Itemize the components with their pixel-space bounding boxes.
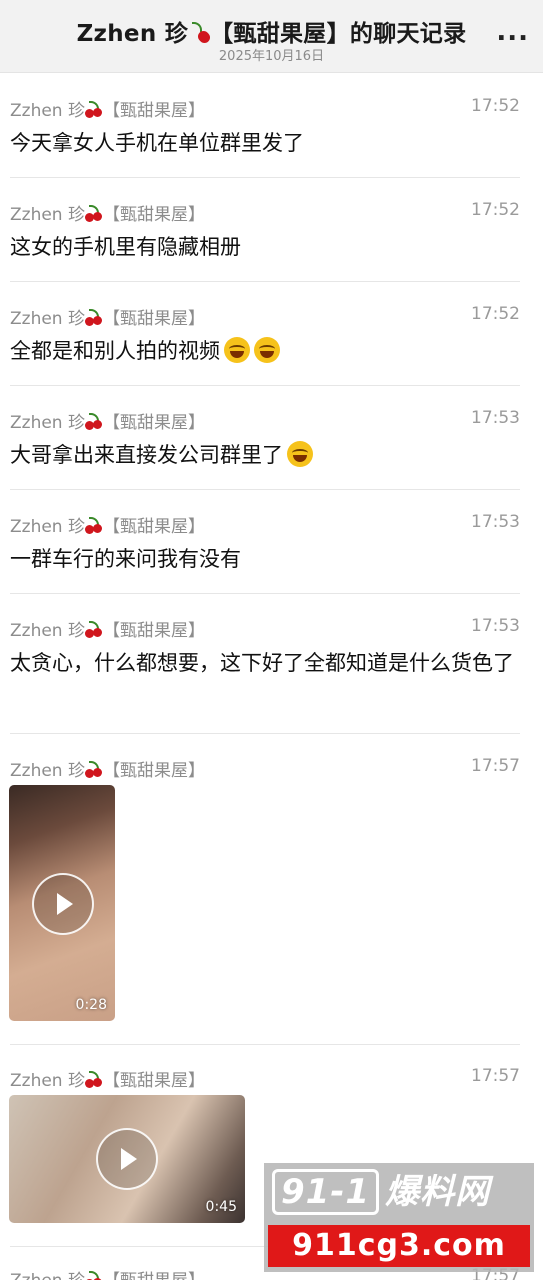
sender-name-prefix: Zzhen 珍 — [10, 621, 85, 641]
cherry-icon — [188, 21, 211, 43]
video-message[interactable]: 0:28 — [9, 785, 115, 1021]
message-text[interactable]: 今天拿女人手机在单位群里发了 — [10, 126, 520, 160]
sender-name-prefix: Zzhen 珍 — [10, 101, 85, 121]
cherry-icon — [84, 1270, 103, 1280]
sender-name: Zzhen 珍【甄甜果屋】 — [10, 304, 205, 329]
sender-name: Zzhen 珍【甄甜果屋】 — [10, 96, 205, 121]
sender-name-prefix: Zzhen 珍 — [10, 517, 85, 537]
sender-name: Zzhen 珍【甄甜果屋】 — [10, 756, 205, 781]
sender-name: Zzhen 珍【甄甜果屋】 — [10, 616, 205, 641]
chat-date: 2025年10月16日 — [218, 49, 325, 64]
message-text[interactable]: 太贪心，什么都想要，这下好了全都知道是什么货色了 — [10, 646, 520, 680]
divider — [10, 593, 520, 594]
message-item: Zzhen 珍【甄甜果屋】 17:53 一群车行的来问我有没有 — [10, 512, 520, 582]
divider — [10, 1044, 520, 1045]
sender-name-prefix: Zzhen 珍 — [10, 205, 85, 225]
cherry-icon — [84, 1070, 103, 1088]
sender-name-suffix: 【甄甜果屋】 — [102, 101, 205, 121]
message-text[interactable]: 一群车行的来问我有没有 — [10, 542, 520, 576]
play-icon[interactable] — [96, 1128, 158, 1190]
cherry-icon — [84, 620, 103, 638]
message-time: 17:53 — [471, 512, 520, 532]
message-time: 17:57 — [471, 1066, 520, 1086]
message-text: 全都是和别人拍的视频 — [10, 339, 220, 363]
video-duration: 0:45 — [205, 1199, 237, 1215]
video-duration: 0:28 — [75, 997, 107, 1013]
sender-name: Zzhen 珍【甄甜果屋】 — [10, 1066, 205, 1091]
message-item: Zzhen 珍【甄甜果屋】 17:52 这女的手机里有隐藏相册 — [10, 200, 520, 270]
message-item: Zzhen 珍【甄甜果屋】 17:52 全都是和别人拍的视频 — [10, 304, 520, 374]
tears-of-joy-emoji-icon — [287, 441, 313, 467]
message-text: 大哥拿出来直接发公司群里了 — [10, 443, 283, 467]
divider — [10, 733, 520, 734]
divider — [10, 489, 520, 490]
watermark-url: 911cg3.com — [268, 1225, 530, 1267]
sender-name-suffix: 【甄甜果屋】 — [102, 1071, 205, 1091]
page-title: Zzhen 珍【甄甜果屋】的聊天记录 — [0, 14, 543, 48]
message-time: 17:57 — [471, 756, 520, 776]
sender-name: Zzhen 珍 【甄甜果屋】 — [10, 1266, 205, 1280]
message-item: Zzhen 珍【甄甜果屋】 17:57 — [10, 1066, 520, 1096]
message-item: Zzhen 珍【甄甜果屋】 17:53 大哥拿出来直接发公司群里了 — [10, 408, 520, 478]
sender-name-suffix: 【甄甜果屋】 — [103, 1271, 205, 1280]
message-time: 17:52 — [471, 200, 520, 220]
message-text[interactable]: 这女的手机里有隐藏相册 — [10, 230, 520, 264]
sender-name-prefix: Zzhen 珍 — [10, 309, 85, 329]
sender-name: Zzhen 珍【甄甜果屋】 — [10, 200, 205, 225]
sender-name-suffix: 【甄甜果屋】 — [102, 517, 205, 537]
divider — [10, 177, 520, 178]
cherry-icon — [84, 760, 103, 778]
cherry-icon — [84, 204, 103, 222]
more-dots-icon[interactable]: ... — [496, 19, 529, 45]
site-watermark: 91-1 爆料网 911cg3.com — [264, 1163, 534, 1272]
sender-name-suffix: 【甄甜果屋】 — [102, 205, 205, 225]
sender-name-suffix: 【甄甜果屋】 — [102, 621, 205, 641]
watermark-text: 爆料网 — [385, 1172, 491, 1212]
cherry-icon — [84, 100, 103, 118]
title-prefix: Zzhen 珍 — [76, 21, 189, 47]
sender-name: Zzhen 珍【甄甜果屋】 — [10, 512, 205, 537]
cherry-icon — [84, 412, 103, 430]
message-text-with-emoji[interactable]: 大哥拿出来直接发公司群里了 — [10, 438, 520, 472]
sender-name-suffix: 【甄甜果屋】 — [102, 413, 205, 433]
play-icon[interactable] — [32, 873, 94, 935]
tears-of-joy-emoji-icon — [224, 337, 250, 363]
sender-name-prefix: Zzhen 珍 — [10, 1071, 85, 1091]
message-time: 17:53 — [471, 616, 520, 636]
cherry-icon — [84, 516, 103, 534]
message-time: 17:53 — [471, 408, 520, 428]
header-bar: Zzhen 珍【甄甜果屋】的聊天记录 2025年10月16日 ... — [0, 0, 543, 73]
message-time: 17:52 — [471, 304, 520, 324]
divider — [10, 281, 520, 282]
sender-name-suffix: 【甄甜果屋】 — [102, 309, 205, 329]
message-item: Zzhen 珍【甄甜果屋】 17:53 太贪心，什么都想要，这下好了全都知道是什… — [10, 616, 520, 720]
sender-name-prefix: Zzhen 珍 — [10, 761, 85, 781]
cherry-icon — [84, 308, 103, 326]
chat-history-page: Zzhen 珍【甄甜果屋】的聊天记录 2025年10月16日 ... Zzhen… — [0, 0, 543, 1280]
message-text-with-emoji[interactable]: 全都是和别人拍的视频 — [10, 334, 520, 368]
video-message[interactable]: 0:45 — [9, 1095, 245, 1223]
message-item: Zzhen 珍【甄甜果屋】 17:57 — [10, 756, 520, 786]
divider — [10, 385, 520, 386]
sender-name-prefix: Zzhen 珍 — [10, 413, 85, 433]
sender-name-suffix: 【甄甜果屋】 — [102, 761, 205, 781]
title-suffix: 【甄甜果屋】的聊天记录 — [210, 21, 467, 47]
sender-name: Zzhen 珍【甄甜果屋】 — [10, 408, 205, 433]
watermark-logo: 91-1 爆料网 — [272, 1169, 526, 1219]
message-time: 17:52 — [471, 96, 520, 116]
tears-of-joy-emoji-icon — [254, 337, 280, 363]
sender-name-prefix: Zzhen 珍 — [10, 1271, 85, 1280]
message-item: Zzhen 珍【甄甜果屋】 17:52 今天拿女人手机在单位群里发了 — [10, 96, 520, 166]
watermark-number: 91-1 — [272, 1169, 380, 1215]
